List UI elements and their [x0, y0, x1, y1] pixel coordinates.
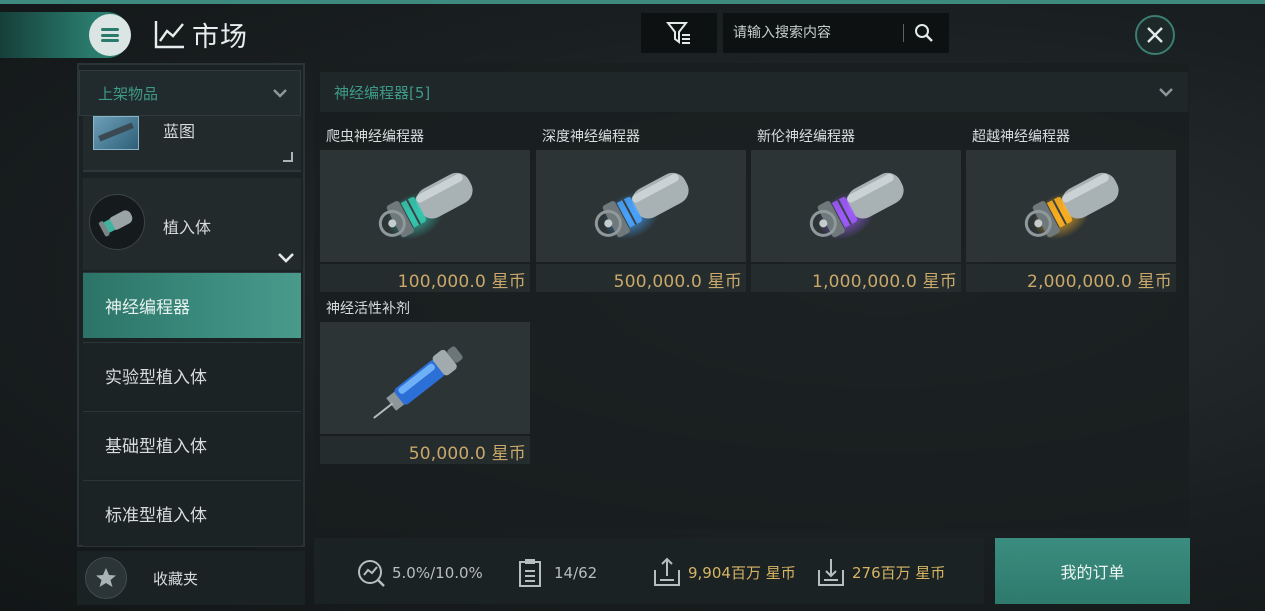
item-card[interactable]: 爬虫神经编程器 100,000.0 星币	[320, 120, 530, 292]
buy-total-value: 276百万 星币	[852, 563, 946, 582]
item-price: 1,000,000.0 星币	[812, 272, 957, 292]
sell-upload-icon	[654, 557, 680, 586]
item-name: 超越神经编程器	[972, 129, 1070, 145]
star-icon	[85, 557, 127, 599]
chevron-down-icon	[273, 89, 287, 98]
item-price: 500,000.0 星币	[613, 272, 742, 292]
menu-button[interactable]	[89, 14, 131, 56]
market-chart-icon	[154, 21, 184, 49]
item-card[interactable]: 新伦神经编程器 1,000,000.0 星币	[751, 120, 961, 292]
neural-programmer-icon	[320, 150, 530, 262]
category-blueprint[interactable]: 蓝图	[83, 116, 301, 172]
close-button[interactable]	[1135, 15, 1175, 55]
category-implant[interactable]: 植入体	[83, 178, 301, 270]
tax-chart-icon	[358, 560, 385, 587]
top-accent-line	[0, 0, 1265, 4]
search-icon	[915, 24, 933, 42]
item-price: 100,000.0 星币	[397, 272, 526, 292]
blueprint-icon	[93, 116, 139, 150]
subcategory-experimental-implant[interactable]: 实验型植入体	[83, 342, 301, 408]
item-name: 深度神经编程器	[542, 129, 640, 145]
corner-indicator-icon	[283, 152, 293, 162]
buy-total-stat: 276百万 星币	[816, 556, 945, 588]
favorites-label: 收藏夹	[153, 569, 199, 588]
order-count-value: 14/62	[554, 564, 598, 582]
item-name: 神经活性补剂	[326, 301, 410, 317]
filter-icon	[666, 22, 690, 44]
item-price: 2,000,000.0 星币	[1027, 272, 1172, 292]
market-stats-bar: 5.0%/10.0% 14/62 9,904百万 星币 276百万 星币	[314, 538, 984, 604]
neural-programmer-icon	[751, 150, 961, 262]
subcategory-label: 标准型植入体	[105, 506, 207, 526]
chevron-down-icon	[1159, 88, 1173, 97]
item-card[interactable]: 超越神经编程器 2,000,000.0 星币	[966, 120, 1176, 292]
my-orders-button[interactable]: 我的订单	[995, 538, 1190, 604]
tax-rate-value: 5.0%/10.0%	[392, 564, 483, 582]
listed-items-dropdown[interactable]: 上架物品	[79, 70, 301, 116]
listed-items-label: 上架物品	[98, 84, 159, 103]
price-bar: 1,000,000.0 星币	[751, 264, 961, 292]
search-box	[723, 13, 949, 53]
item-group-dropdown[interactable]: 神经编程器[5]	[320, 72, 1188, 112]
neural-booster-syringe-icon	[320, 322, 530, 434]
my-orders-label: 我的订单	[1060, 563, 1125, 582]
category-label: 植入体	[163, 218, 212, 237]
category-label: 蓝图	[163, 122, 196, 141]
menu-icon	[101, 28, 119, 42]
clipboard-icon	[519, 559, 541, 587]
chevron-down-icon	[278, 253, 294, 263]
subcategory-standard-implant[interactable]: 标准型植入体	[83, 480, 301, 546]
subcategory-basic-implant[interactable]: 基础型植入体	[83, 411, 301, 477]
search-input[interactable]	[723, 13, 903, 53]
price-bar: 500,000.0 星币	[536, 264, 746, 292]
subcategory-label: 实验型植入体	[105, 368, 207, 388]
sell-total-value: 9,904百万 星币	[688, 563, 796, 582]
item-price: 50,000.0 星币	[408, 444, 526, 464]
subcategory-label: 神经编程器	[105, 298, 190, 318]
item-name: 爬虫神经编程器	[326, 129, 424, 145]
subcategory-label: 基础型植入体	[105, 437, 207, 457]
filter-button[interactable]	[641, 13, 717, 53]
subcategory-neural-programmer[interactable]: 神经编程器	[83, 272, 301, 338]
search-button[interactable]	[904, 13, 944, 53]
item-card[interactable]: 神经活性补剂 50,000.0 星币	[320, 292, 530, 464]
price-bar: 50,000.0 星币	[320, 436, 530, 464]
neural-programmer-icon	[536, 150, 746, 262]
item-name: 新伦神经编程器	[757, 129, 855, 145]
item-card[interactable]: 深度神经编程器 500,000.0 星币	[536, 120, 746, 292]
neural-programmer-icon	[966, 150, 1176, 262]
page-title: 市场	[192, 21, 248, 53]
price-bar: 2,000,000.0 星币	[966, 264, 1176, 292]
item-group-label: 神经编程器[5]	[334, 83, 431, 102]
implant-icon	[89, 194, 145, 250]
close-icon	[1147, 27, 1163, 43]
buy-download-icon	[818, 559, 844, 586]
price-bar: 100,000.0 星币	[320, 264, 530, 292]
order-count-stat: 14/62	[518, 558, 597, 588]
tax-rate-stat: 5.0%/10.0%	[356, 558, 483, 588]
sell-total-stat: 9,904百万 星币	[652, 556, 796, 588]
favorites-button[interactable]: 收藏夹	[77, 551, 305, 605]
page-header: 市场	[154, 16, 248, 53]
